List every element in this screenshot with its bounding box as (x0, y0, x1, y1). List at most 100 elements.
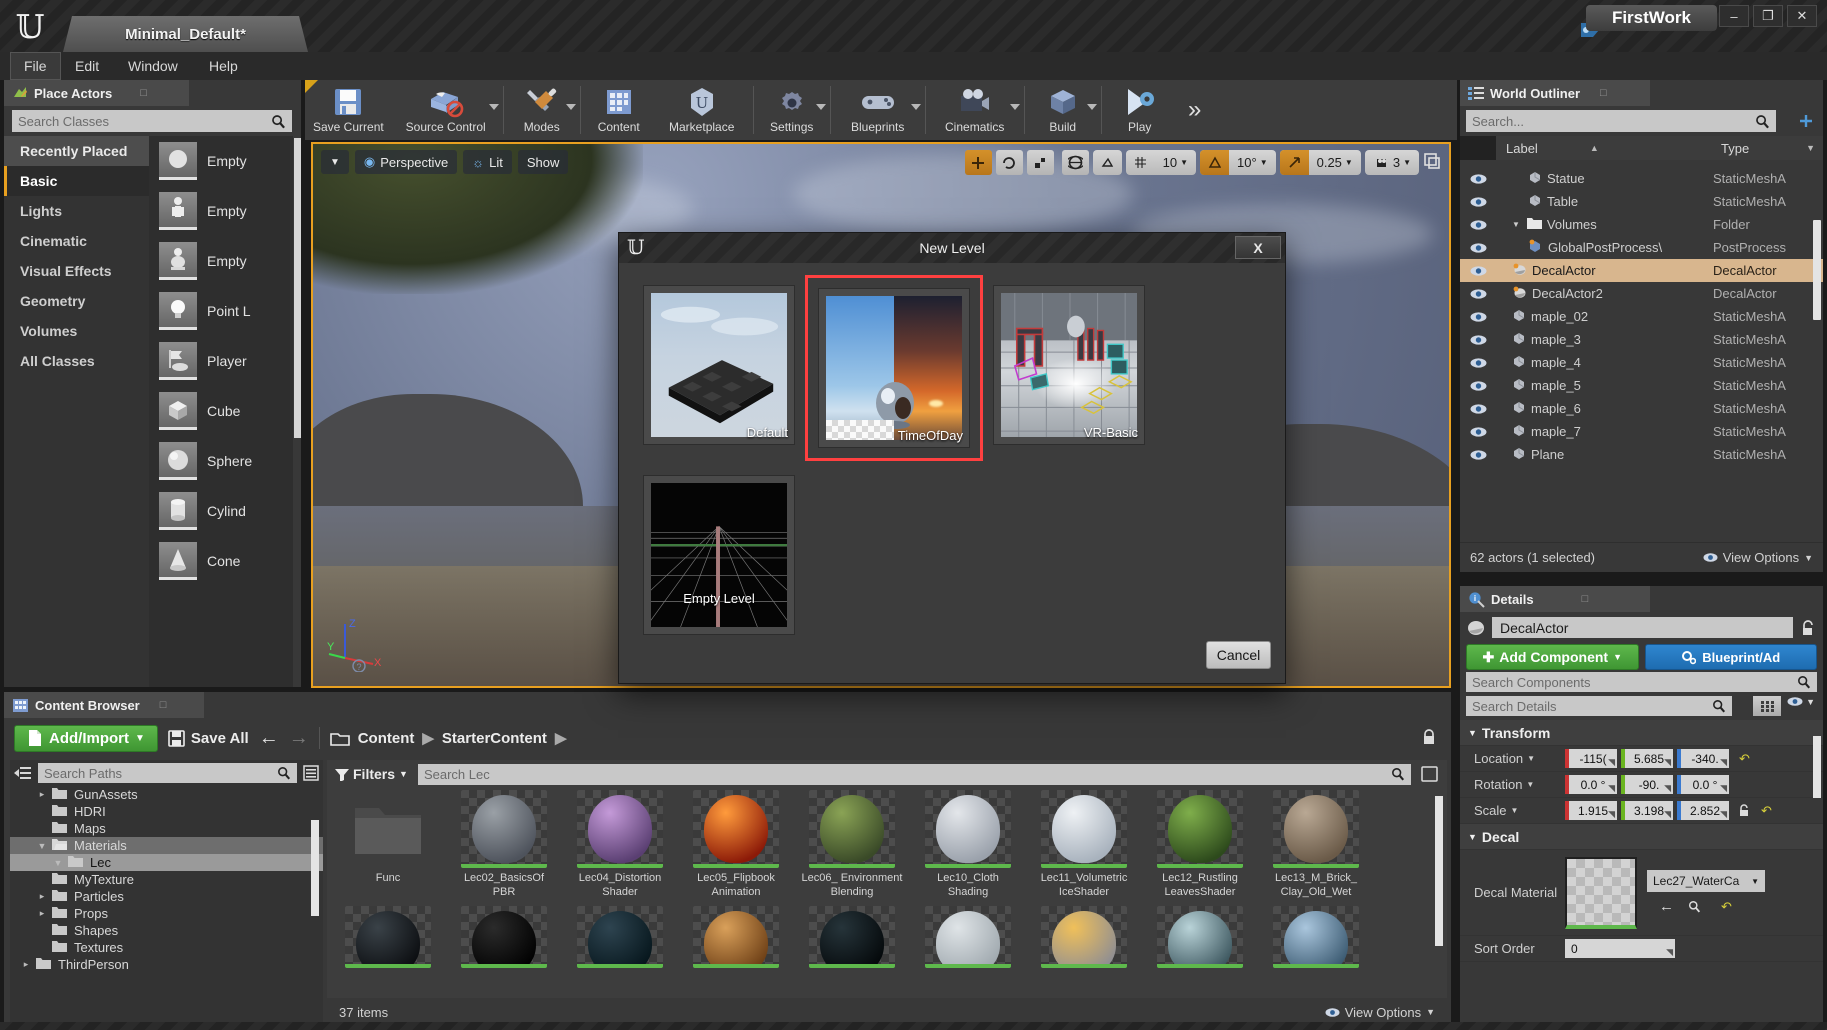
twisty-icon[interactable]: ▼ (52, 858, 64, 868)
grid-snap-toggle[interactable] (1126, 150, 1155, 175)
close-icon[interactable]: □ (1600, 87, 1607, 99)
vector-input-rotation[interactable]: 0.0 ° -90. 0.0 ° (1565, 775, 1729, 794)
content-browser-tab[interactable]: Content Browser □ (4, 692, 204, 718)
dialog-close-button[interactable]: X (1235, 236, 1281, 259)
visibility-toggle[interactable] (1460, 173, 1496, 185)
sidebar-item-recently-placed[interactable]: Recently Placed (4, 136, 149, 166)
asset-tile[interactable]: Lec05_Flipbook Animation (685, 790, 787, 900)
level-template-default[interactable]: Default (633, 275, 805, 455)
asset-tile[interactable] (917, 905, 1019, 968)
section-decal[interactable]: ▼ Decal (1460, 824, 1823, 850)
transform-rotate-icon[interactable] (995, 150, 1023, 175)
visibility-toggle[interactable] (1460, 449, 1496, 461)
close-icon[interactable]: □ (160, 699, 167, 711)
menu-window[interactable]: Window (115, 52, 191, 80)
filters-button[interactable]: Filters ▼ (335, 766, 408, 782)
table-row[interactable]: maple_5 StaticMeshA (1460, 374, 1823, 397)
toolbar-save-current[interactable]: Save Current (305, 80, 392, 140)
tree-item[interactable]: ▸ Props (10, 905, 323, 922)
place-actors-tab[interactable]: Place Actors □ (4, 80, 189, 106)
asset-tile[interactable]: Lec04_Distortion Shader (569, 790, 671, 900)
asset-view-options[interactable]: View Options ▼ (1325, 1005, 1435, 1020)
table-row[interactable]: Plane2StaticMeshA (1460, 466, 1823, 470)
forward-button[interactable]: → (289, 727, 309, 750)
list-item[interactable]: Cylind (149, 486, 293, 536)
decal-material-value[interactable]: Lec27_WaterCa ▼ ← ↶ (1565, 856, 1765, 929)
scale-x-field[interactable]: 1.915 (1565, 801, 1617, 820)
rotation-z-field[interactable]: 0.0 ° (1677, 775, 1729, 794)
lock-ratio-icon[interactable] (1737, 803, 1751, 818)
sort-order-field[interactable]: 0 (1565, 939, 1675, 958)
camera-speed-group[interactable]: 3 ▼ (1364, 150, 1419, 175)
reset-icon[interactable]: ↶ (1739, 751, 1750, 767)
twisty-icon[interactable]: ▸ (36, 891, 48, 902)
toolbar-source-control[interactable]: Source Control (392, 80, 500, 140)
level-template-empty[interactable]: Empty Level (633, 465, 805, 645)
decal-material-combo[interactable]: Lec27_WaterCa ▼ (1647, 870, 1765, 892)
visibility-toggle[interactable] (1460, 426, 1496, 438)
transform-move-icon[interactable] (964, 150, 992, 175)
location-z-field[interactable]: -340. (1677, 749, 1729, 768)
tree-item[interactable]: Shapes (10, 922, 323, 939)
browse-icon[interactable] (1688, 900, 1701, 913)
asset-tile[interactable] (801, 905, 903, 968)
chevron-down-icon[interactable] (1009, 104, 1020, 110)
scale-snap-group[interactable]: 0.25 ▼ (1279, 150, 1361, 175)
table-row[interactable]: maple_4 StaticMeshA (1460, 351, 1823, 374)
twisty-icon[interactable]: ▸ (36, 789, 48, 800)
visibility-toggle[interactable] (1460, 288, 1496, 300)
toolbar-play[interactable]: Play (1105, 80, 1175, 140)
list-item[interactable]: Cone (149, 536, 293, 586)
toolbar-cinematics[interactable]: Cinematics (929, 80, 1021, 140)
asset-grid[interactable]: Func Lec02_BasicsOf PBR Lec04_Distortion S… (331, 790, 1433, 996)
asset-tile[interactable]: Lec06_ Environment Blending (801, 790, 903, 900)
sidebar-item-basic[interactable]: Basic (4, 166, 149, 196)
asset-tile[interactable] (569, 905, 671, 968)
toolbar-marketplace[interactable]: U Marketplace (654, 80, 750, 140)
toolbar-modes[interactable]: Modes (507, 80, 577, 140)
rotation-snap-value[interactable]: 10° ▼ (1229, 150, 1276, 175)
content-browser-lock-icon[interactable] (1421, 728, 1437, 748)
sidebar-item-cinematic[interactable]: Cinematic (4, 226, 149, 256)
table-row[interactable]: Table StaticMeshA (1460, 190, 1823, 213)
tree-item[interactable]: HDRI (10, 803, 323, 820)
column-header-label[interactable]: Label ▲ (1496, 136, 1713, 160)
level-tab[interactable]: Minimal_Default* (63, 16, 308, 52)
details-tab[interactable]: i Details □ (1460, 586, 1650, 612)
outliner-pin-icon[interactable] (1795, 110, 1817, 132)
camera-speed-value[interactable]: 3 ▼ (1365, 150, 1419, 175)
tree-item[interactable]: Textures (10, 939, 323, 956)
asset-tile[interactable] (337, 905, 439, 968)
asset-grid-scrollbar[interactable] (1435, 796, 1443, 946)
asset-tile[interactable]: Lec02_BasicsOf PBR (453, 790, 555, 900)
tree-item[interactable]: ▸ Particles (10, 888, 323, 905)
chevron-down-icon[interactable] (565, 104, 576, 110)
decal-material-thumbnail[interactable] (1565, 856, 1637, 929)
visibility-toggle[interactable] (1460, 265, 1496, 277)
asset-tile[interactable]: Lec10_Cloth Shading (917, 790, 1019, 900)
toolbar-overflow-button[interactable]: » (1175, 80, 1215, 140)
sources-tree-scrollbar[interactable] (311, 820, 319, 916)
sources-tree[interactable]: ▸ GunAssets HDRI Maps ▼ Materials ▼ Lec MyTextur… (10, 786, 323, 1018)
visibility-toggle[interactable] (1460, 311, 1496, 323)
twisty-icon[interactable]: ▼ (36, 841, 48, 851)
section-transform[interactable]: ▼ Transform (1460, 720, 1823, 746)
outliner-rows[interactable]: Statue StaticMeshA Table StaticMeshA ▼ Volume… (1460, 160, 1823, 470)
asset-tile[interactable]: Lec12_Rustling LeavesShader (1149, 790, 1251, 900)
scale-z-field[interactable]: 2.852 (1677, 801, 1729, 820)
table-row[interactable]: maple_7 StaticMeshA (1460, 420, 1823, 443)
menu-help[interactable]: Help (196, 52, 251, 80)
sidebar-item-geometry[interactable]: Geometry (4, 286, 149, 316)
details-category-toggle[interactable] (1753, 696, 1781, 716)
grid-snap-group[interactable]: 10 ▼ (1125, 150, 1197, 175)
cancel-button[interactable]: Cancel (1206, 641, 1271, 669)
world-outliner-tab[interactable]: World Outliner □ (1460, 80, 1650, 106)
asset-search-input[interactable]: Search Lec (417, 763, 1411, 785)
asset-tile[interactable]: Func (337, 790, 439, 900)
rotation-x-field[interactable]: 0.0 ° (1565, 775, 1617, 794)
toolbar-build[interactable]: Build (1028, 80, 1098, 140)
back-button[interactable]: ← (259, 727, 279, 750)
sidebar-item-volumes[interactable]: Volumes (4, 316, 149, 346)
rotation-y-field[interactable]: -90. (1621, 775, 1673, 794)
location-x-field[interactable]: -115( (1565, 749, 1617, 768)
